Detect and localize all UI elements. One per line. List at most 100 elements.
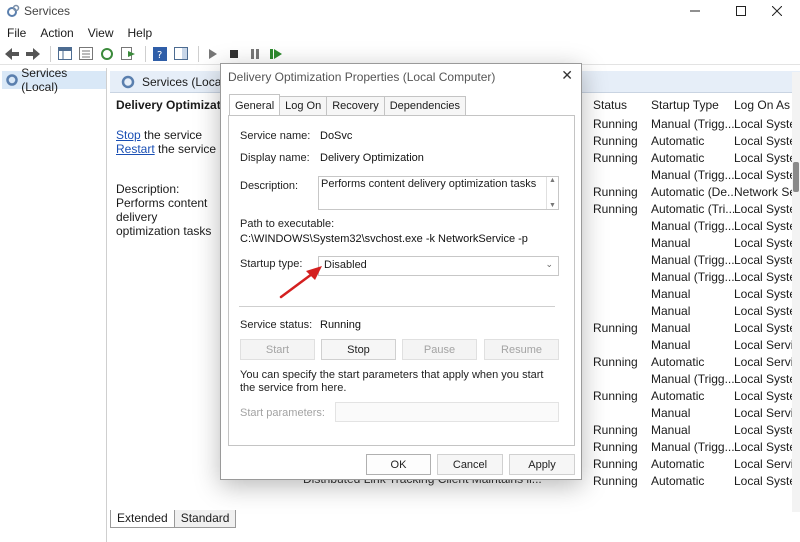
close-window-button[interactable]	[754, 0, 800, 22]
table-cell-logon[interactable]: Local Syster	[734, 168, 800, 182]
table-cell-status[interactable]: Running	[593, 355, 638, 369]
table-cell-status[interactable]: Running	[593, 389, 638, 403]
table-cell-logon[interactable]: Local Syster	[734, 304, 800, 318]
table-cell-startup[interactable]: Automatic	[651, 474, 704, 488]
table-cell-logon[interactable]: Local Syster	[734, 117, 800, 131]
description-scrollbar[interactable]: ▲ ▼	[546, 177, 558, 209]
table-cell-logon[interactable]: Local Syster	[734, 287, 800, 301]
table-cell-status[interactable]: Running	[593, 134, 638, 148]
toolbar-divider	[145, 45, 146, 62]
start-service-button[interactable]	[204, 45, 222, 63]
stop-button[interactable]: Stop	[321, 339, 396, 360]
table-cell-startup[interactable]: Manual (Trigg...	[651, 253, 735, 267]
table-cell-logon[interactable]: Local Syster	[734, 253, 800, 267]
table-cell-logon[interactable]: Network Se	[734, 185, 796, 199]
help-button[interactable]: ?	[151, 45, 169, 63]
refresh-button[interactable]	[98, 45, 116, 63]
table-cell-status[interactable]: Running	[593, 321, 638, 335]
table-cell-startup[interactable]: Automatic	[651, 457, 704, 471]
table-cell-logon[interactable]: Local Servic	[734, 457, 799, 471]
tab-dependencies[interactable]: Dependencies	[383, 96, 467, 115]
table-cell-startup[interactable]: Manual	[651, 321, 690, 335]
table-cell-startup[interactable]: Manual (Trigg...	[651, 117, 735, 131]
column-header-status[interactable]: Status	[593, 98, 627, 112]
table-cell-startup[interactable]: Automatic	[651, 355, 704, 369]
scrollbar-thumb[interactable]	[793, 162, 799, 192]
cancel-button[interactable]: Cancel	[437, 454, 503, 475]
menu-help[interactable]: Help	[121, 24, 160, 42]
table-cell-logon[interactable]: Local Syster	[734, 321, 800, 335]
table-cell-logon[interactable]: Local Servic	[734, 406, 799, 420]
table-cell-startup[interactable]: Manual (Trigg...	[651, 270, 735, 284]
resume-button[interactable]: Resume	[484, 339, 559, 360]
stop-link[interactable]: Stop	[116, 128, 141, 142]
menu-action[interactable]: Action	[33, 24, 80, 42]
table-cell-logon[interactable]: Local Syster	[734, 423, 800, 437]
table-cell-status[interactable]: Running	[593, 423, 638, 437]
table-cell-startup[interactable]: Manual (Trigg...	[651, 168, 735, 182]
table-cell-logon[interactable]: Local Syster	[734, 151, 800, 165]
table-cell-logon[interactable]: Local Syster	[734, 440, 800, 454]
table-cell-logon[interactable]: Local Syster	[734, 474, 800, 488]
minimize-button[interactable]	[672, 0, 718, 22]
table-cell-startup[interactable]: Manual	[651, 304, 690, 318]
action-pane-button[interactable]	[172, 45, 190, 63]
stop-service-button[interactable]	[225, 45, 243, 63]
tab-standard[interactable]: Standard	[173, 510, 237, 528]
table-cell-status[interactable]: Running	[593, 457, 638, 471]
table-cell-startup[interactable]: Manual (Trigg...	[651, 372, 735, 386]
table-cell-startup[interactable]: Automatic	[651, 134, 704, 148]
tab-extended[interactable]: Extended	[110, 510, 175, 528]
table-cell-startup[interactable]: Manual	[651, 338, 690, 352]
table-cell-startup[interactable]: Automatic	[651, 389, 704, 403]
tab-log-on[interactable]: Log On	[279, 96, 328, 115]
table-cell-startup[interactable]: Manual	[651, 287, 690, 301]
restart-link[interactable]: Restart	[116, 142, 155, 156]
table-cell-status[interactable]: Running	[593, 202, 638, 216]
pause-button[interactable]: Pause	[402, 339, 477, 360]
table-cell-logon[interactable]: Local Syster	[734, 270, 800, 284]
back-button[interactable]	[3, 45, 21, 63]
properties-list-button[interactable]	[77, 45, 95, 63]
table-cell-logon[interactable]: Local Syster	[734, 219, 800, 233]
table-cell-status[interactable]: Running	[593, 151, 638, 165]
restart-service-button[interactable]	[267, 45, 285, 63]
apply-button[interactable]: Apply	[509, 454, 575, 475]
dialog-close-button[interactable]: ✕	[561, 67, 573, 84]
table-cell-status[interactable]: Running	[593, 440, 638, 454]
table-cell-startup[interactable]: Manual	[651, 236, 690, 250]
startup-type-select[interactable]: Disabled ⌄	[318, 256, 559, 276]
table-cell-startup[interactable]: Manual	[651, 423, 690, 437]
start-button[interactable]: Start	[240, 339, 315, 360]
menu-view[interactable]: View	[81, 24, 121, 42]
tree-item-services-local[interactable]: Services (Local)	[2, 66, 106, 94]
table-cell-logon[interactable]: Local Servic	[734, 355, 799, 369]
description-field[interactable]: Performs content delivery optimization t…	[318, 176, 559, 210]
table-cell-status[interactable]: Running	[593, 117, 638, 131]
start-params-input[interactable]	[335, 402, 559, 422]
table-cell-logon[interactable]: Local Syster	[734, 372, 800, 386]
table-cell-startup[interactable]: Manual	[651, 406, 690, 420]
vertical-scrollbar[interactable]	[792, 72, 800, 512]
tab-general[interactable]: General	[229, 94, 281, 115]
pause-service-button[interactable]	[246, 45, 264, 63]
show-hide-tree-button[interactable]	[56, 45, 74, 63]
ok-button[interactable]: OK	[366, 454, 431, 475]
column-header-startup-type[interactable]: Startup Type	[651, 98, 719, 112]
table-cell-logon[interactable]: Local Syster	[734, 389, 800, 403]
table-cell-logon[interactable]: Local Servic	[734, 338, 799, 352]
table-cell-startup[interactable]: Manual (Trigg...	[651, 219, 735, 233]
table-cell-logon[interactable]: Local Syster	[734, 202, 800, 216]
table-cell-logon[interactable]: Local Syster	[734, 236, 800, 250]
table-cell-startup[interactable]: Automatic (Tri...	[651, 202, 735, 216]
table-cell-logon[interactable]: Local Syster	[734, 134, 800, 148]
column-header-log-on-as[interactable]: Log On As	[734, 98, 790, 112]
tab-recovery[interactable]: Recovery	[326, 96, 385, 115]
table-cell-startup[interactable]: Automatic	[651, 151, 704, 165]
export-list-button[interactable]	[119, 45, 137, 63]
table-cell-startup[interactable]: Automatic (De...	[651, 185, 737, 199]
menu-file[interactable]: File	[0, 24, 33, 42]
table-cell-startup[interactable]: Manual (Trigg...	[651, 440, 735, 454]
forward-button[interactable]	[24, 45, 42, 63]
table-cell-status[interactable]: Running	[593, 185, 638, 199]
